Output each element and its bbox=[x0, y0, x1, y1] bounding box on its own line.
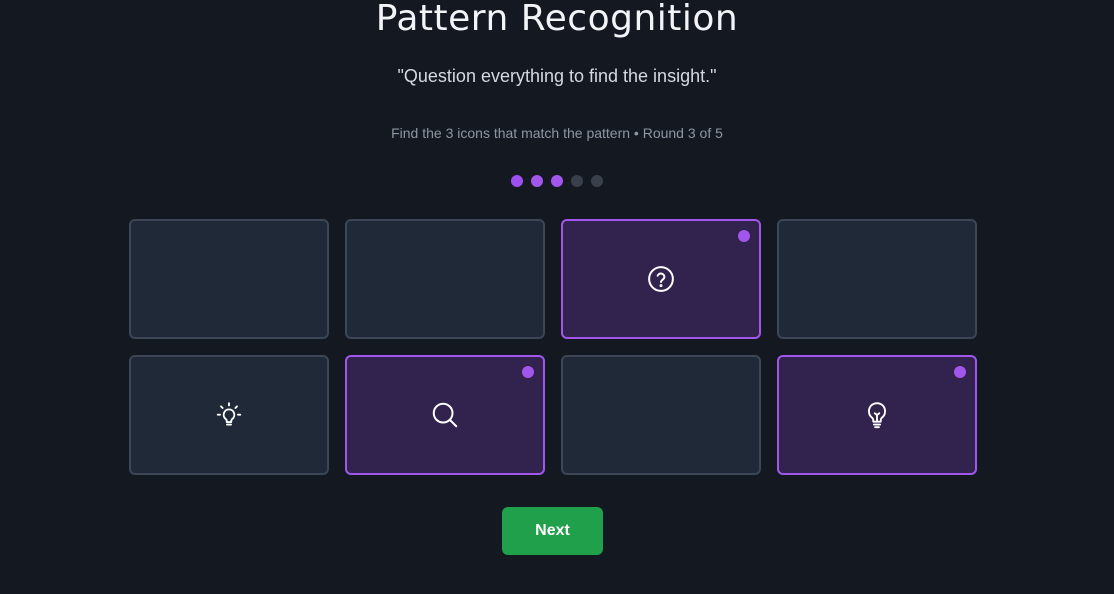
lightbulb-icon bbox=[867, 402, 887, 429]
selected-marker bbox=[738, 230, 750, 242]
progress-dot bbox=[531, 175, 543, 187]
page-title: Pattern Recognition bbox=[375, 0, 739, 39]
card-4[interactable] bbox=[777, 219, 977, 339]
instructions-text: Find the 3 icons that match the pattern … bbox=[391, 125, 723, 141]
progress-dot bbox=[551, 175, 563, 187]
card-8[interactable] bbox=[777, 355, 977, 475]
round-progress bbox=[0, 175, 1114, 187]
selected-marker bbox=[954, 366, 966, 378]
card-5[interactable] bbox=[129, 355, 329, 475]
progress-dot bbox=[591, 175, 603, 187]
search-icon bbox=[432, 402, 458, 428]
progress-dot bbox=[571, 175, 583, 187]
progress-dot bbox=[511, 175, 523, 187]
question-circle-icon bbox=[648, 266, 674, 292]
card-3[interactable] bbox=[561, 219, 761, 339]
card-6[interactable] bbox=[345, 355, 545, 475]
pattern-recognition-screen: Pattern Recognition "Question everything… bbox=[0, 0, 1114, 594]
card-7[interactable] bbox=[561, 355, 761, 475]
card-grid bbox=[129, 219, 977, 475]
card-2[interactable] bbox=[345, 219, 545, 339]
lightbulb-shining-icon bbox=[216, 402, 242, 426]
card-1[interactable] bbox=[129, 219, 329, 339]
next-button[interactable]: Next bbox=[502, 507, 603, 555]
selected-marker bbox=[522, 366, 534, 378]
quote-text: "Question everything to find the insight… bbox=[397, 66, 717, 86]
